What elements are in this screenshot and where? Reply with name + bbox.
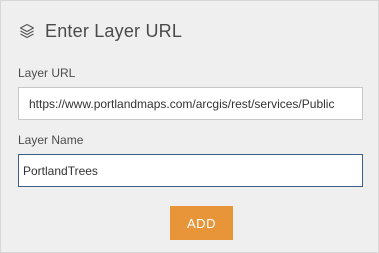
enter-layer-url-panel: Enter Layer URL Layer URL Layer Name ADD bbox=[0, 0, 379, 253]
layers-icon bbox=[18, 22, 36, 40]
layer-url-input[interactable] bbox=[18, 87, 363, 120]
layer-url-label: Layer URL bbox=[18, 66, 76, 80]
panel-title: Enter Layer URL bbox=[45, 20, 183, 41]
add-button[interactable]: ADD bbox=[170, 206, 233, 240]
layer-name-label: Layer Name bbox=[18, 133, 84, 147]
panel-header: Enter Layer URL bbox=[18, 19, 182, 43]
layer-name-input[interactable] bbox=[18, 154, 363, 187]
